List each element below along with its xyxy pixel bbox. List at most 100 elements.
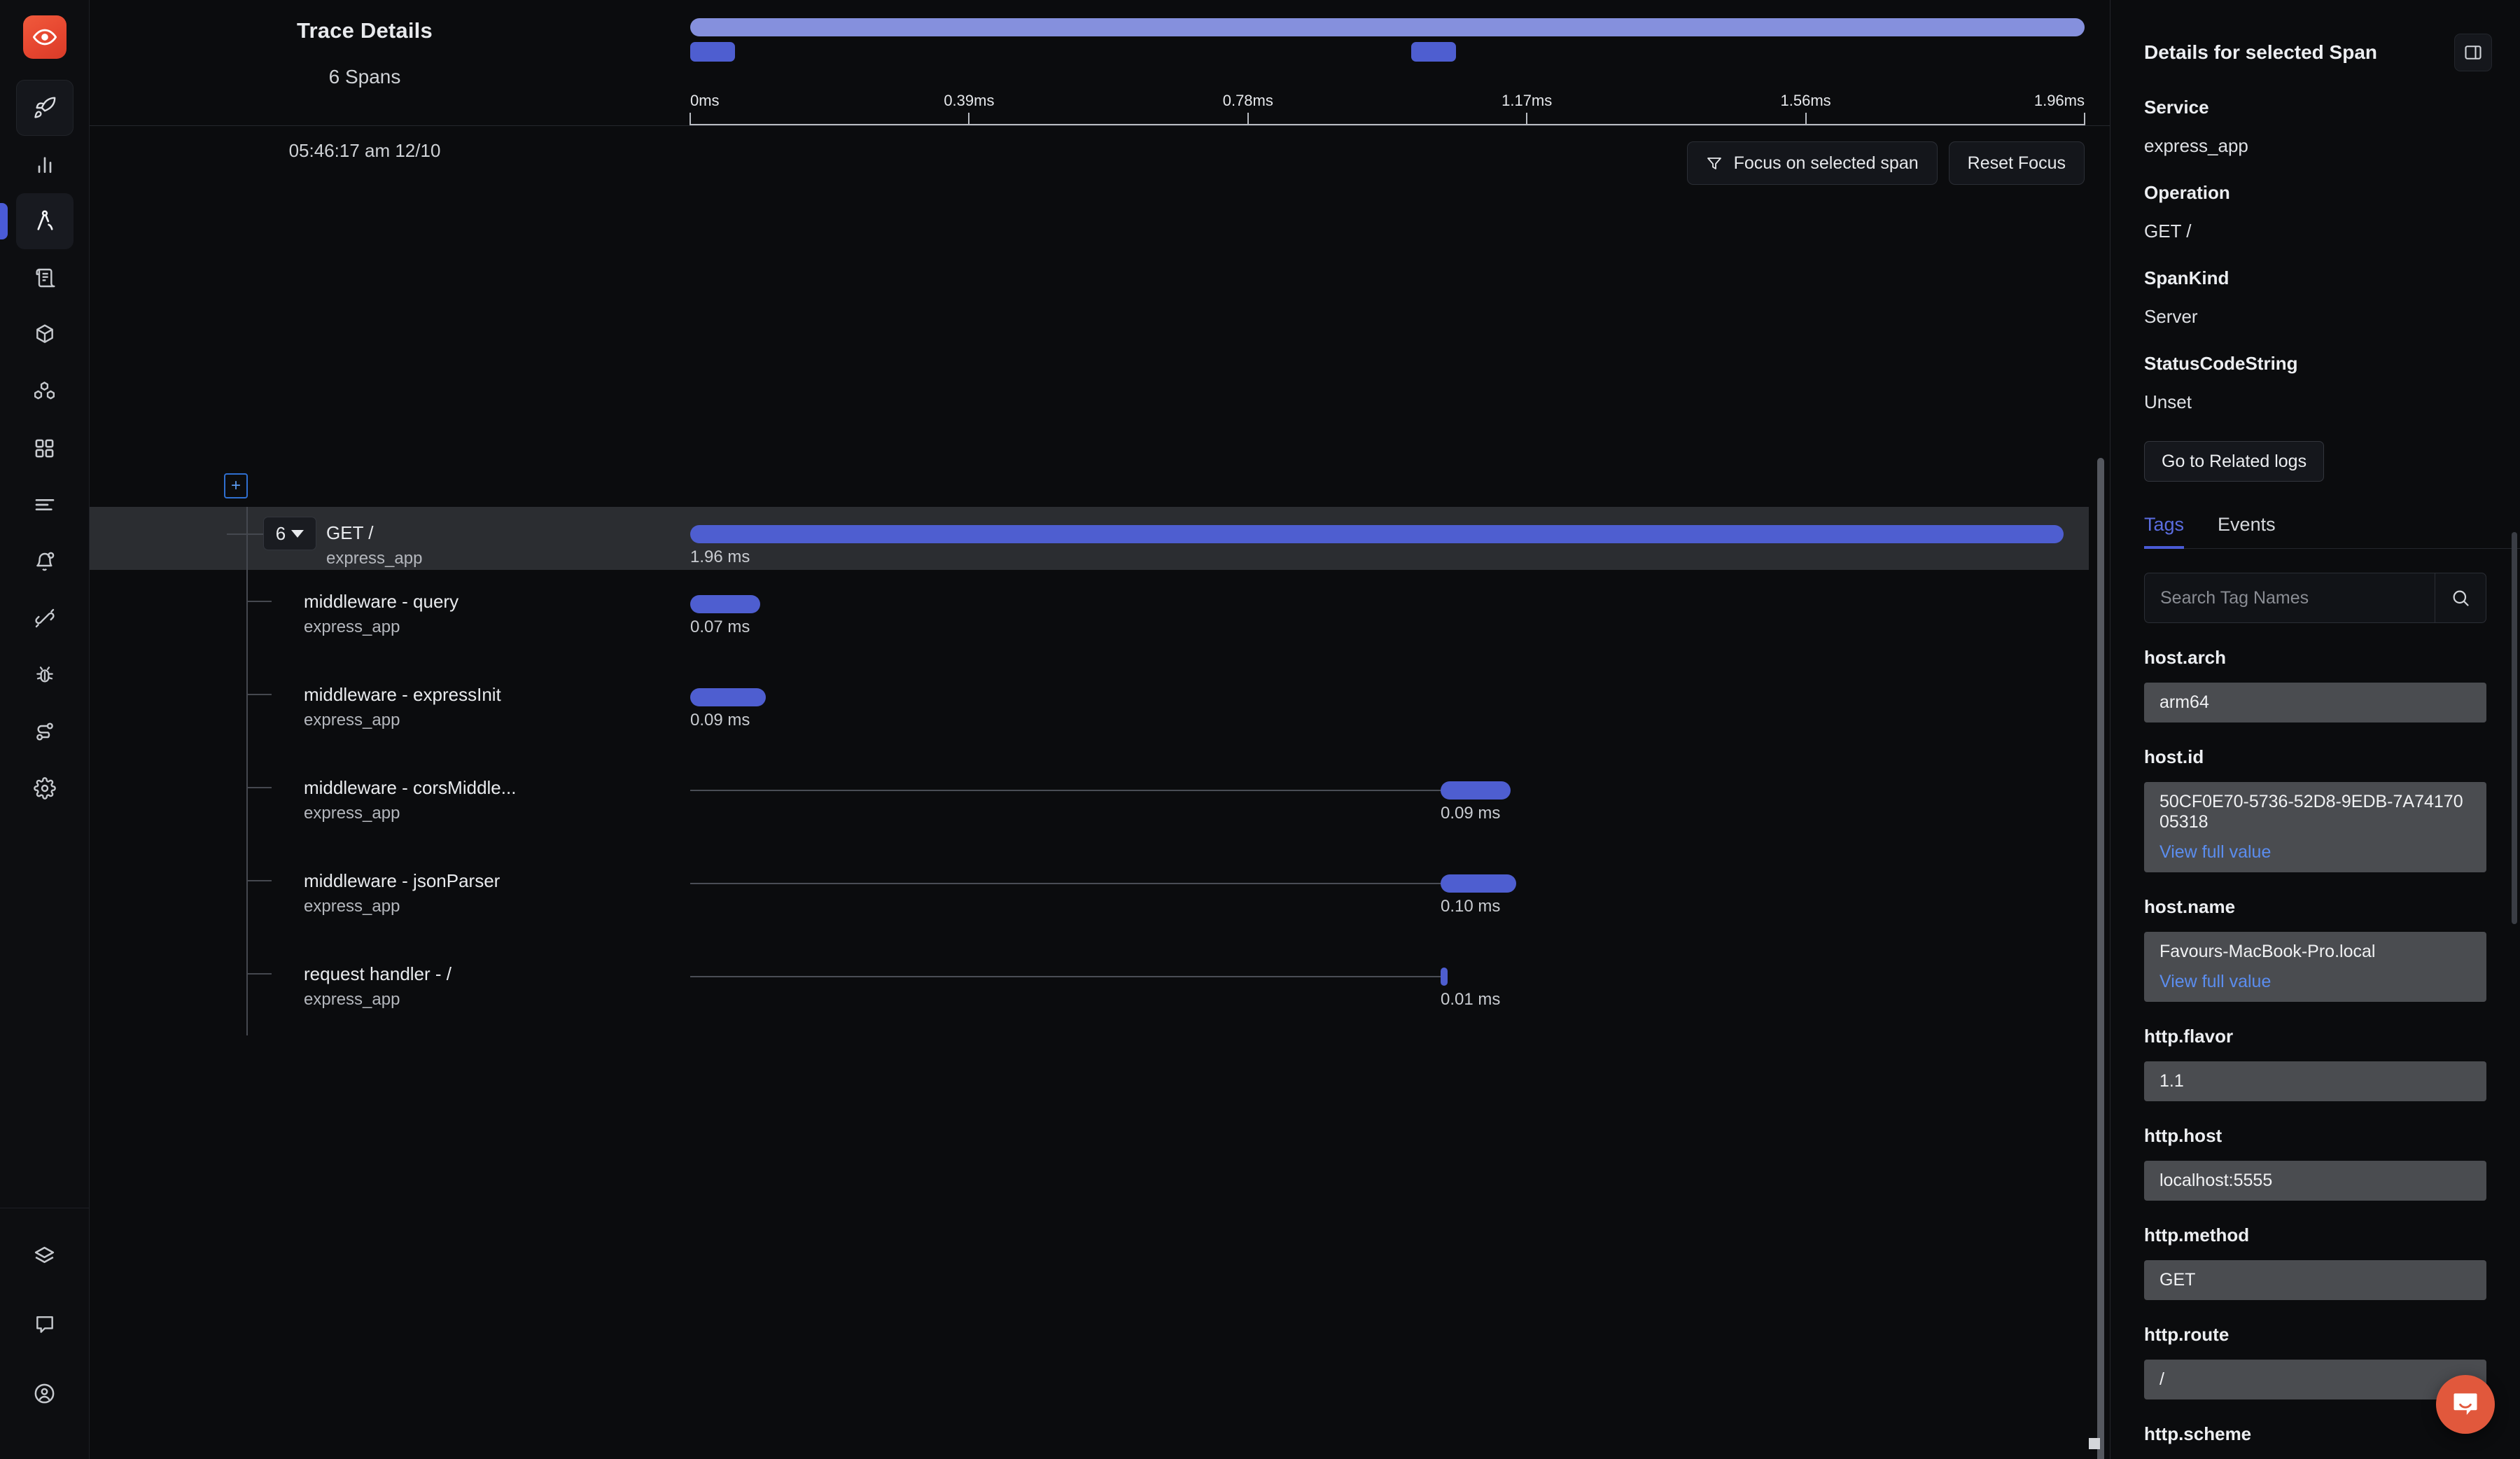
tree-elbow xyxy=(248,973,272,975)
span-duration: 1.96 ms xyxy=(690,547,750,566)
page-title: Trace Details xyxy=(297,18,433,43)
layers-icon xyxy=(33,1245,56,1268)
table-row[interactable]: middleware - expressInit express_app 0.0… xyxy=(90,663,2089,756)
table-row[interactable]: middleware - corsMiddle... express_app 0… xyxy=(90,756,2089,849)
sidebar-item-account[interactable] xyxy=(16,1365,74,1421)
sidebar-item-support[interactable] xyxy=(16,1297,74,1353)
span-duration: 0.09 ms xyxy=(1441,804,1501,823)
tag-value-box[interactable]: GET xyxy=(2144,1260,2486,1300)
search-icon xyxy=(2451,588,2470,608)
sidebar-item-traces[interactable] xyxy=(0,193,74,249)
eye-logo-icon[interactable] xyxy=(22,15,66,59)
plug-icon xyxy=(34,607,56,629)
scroll-icon xyxy=(34,267,56,289)
span-bar[interactable] xyxy=(1441,874,1516,893)
sidebar-item-settings[interactable] xyxy=(16,760,74,816)
focus-on-selected-span-button[interactable]: Focus on selected span xyxy=(1686,141,1938,185)
tag-value-box[interactable]: arm64 xyxy=(2144,683,2486,722)
chat-icon xyxy=(34,1313,56,1336)
span-bar[interactable] xyxy=(1441,968,1448,986)
reset-focus-button[interactable]: Reset Focus xyxy=(1948,141,2085,185)
sidebar-item-services[interactable] xyxy=(16,363,74,419)
trace-minimap[interactable] xyxy=(690,13,2085,97)
tag-value-box[interactable]: Favours-MacBook-Pro.local View full valu… xyxy=(2144,932,2486,1002)
sidebar-item-pipelines[interactable] xyxy=(16,704,74,760)
rocket-icon xyxy=(33,96,57,120)
sidebar-item-alerts[interactable] xyxy=(16,533,74,589)
sidebar-item-workspace[interactable] xyxy=(16,1228,74,1284)
table-row[interactable]: request handler - / express_app 0.01 ms xyxy=(90,942,2089,1035)
tag-value: arm64 xyxy=(2160,692,2209,712)
details-scrollbar[interactable] xyxy=(2512,532,2517,924)
boxes-icon xyxy=(33,380,56,403)
tag-value-box[interactable]: 1.1 xyxy=(2144,1061,2486,1101)
tag-value: Favours-MacBook-Pro.local xyxy=(2160,942,2376,961)
search-input[interactable] xyxy=(2144,573,2435,623)
list-icon xyxy=(34,494,56,516)
sidebar-item-get-started[interactable] xyxy=(15,80,74,136)
search-button[interactable] xyxy=(2435,573,2486,623)
table-row[interactable]: middleware - query express_app 0.07 ms xyxy=(90,570,2089,663)
tag-value-box[interactable]: / xyxy=(2144,1360,2486,1399)
sidebar-item-integrations[interactable] xyxy=(16,590,74,646)
sidebar-item-metrics[interactable] xyxy=(16,137,74,193)
waterfall: + 6 GET / express_app 1.96 ms middleware… xyxy=(90,200,2110,1459)
view-full-value-link[interactable]: View full value xyxy=(2160,842,2471,863)
app-root: Trace Details 6 Spans 05:46:17 am 12/10 … xyxy=(0,0,2520,1459)
tag-key: http.route xyxy=(2144,1324,2230,1345)
sidebar-item-infrastructure[interactable] xyxy=(16,307,74,363)
table-row[interactable]: 6 GET / express_app 1.96 ms xyxy=(90,507,2089,570)
span-duration: 0.07 ms xyxy=(690,617,750,636)
tab-events[interactable]: Events xyxy=(2218,514,2276,548)
tag-list: host.arch arm64 host.id 50CF0E70-5736-52… xyxy=(2110,647,2520,1459)
sidebar-item-dashboards[interactable] xyxy=(16,420,74,476)
tag-value-box[interactable]: 50CF0E70-5736-52D8-9EDB-7A7417005318 Vie… xyxy=(2144,782,2486,872)
span-service: express_app xyxy=(326,549,423,568)
tab-tags[interactable]: Tags xyxy=(2144,514,2185,549)
span-service: express_app xyxy=(304,897,400,916)
span-bar[interactable] xyxy=(690,688,766,706)
panel-collapse-icon xyxy=(2463,43,2483,62)
sidebar-item-saved-views[interactable] xyxy=(16,477,74,533)
span-bar[interactable] xyxy=(1441,781,1511,800)
view-full-value-link[interactable]: View full value xyxy=(2160,972,2471,992)
support-chat-button[interactable] xyxy=(2436,1375,2495,1434)
trace-start-time: 05:46:17 am 12/10 xyxy=(288,140,441,161)
span-name: middleware - jsonParser xyxy=(304,870,500,891)
tag-key: host.arch xyxy=(2144,647,2227,668)
panel-collapse-button[interactable] xyxy=(2454,34,2492,71)
sidebar-nav-top xyxy=(0,80,89,817)
expand-all-button[interactable]: + xyxy=(224,473,248,498)
span-duration: 0.01 ms xyxy=(1441,990,1501,1009)
trace-header: Trace Details 6 Spans 05:46:17 am 12/10 … xyxy=(90,0,2110,161)
grid-icon xyxy=(34,438,55,459)
go-to-related-logs-button[interactable]: Go to Related logs xyxy=(2144,441,2325,482)
tag-value: / xyxy=(2160,1369,2164,1389)
tag-search xyxy=(2144,573,2486,623)
tag-value-box[interactable]: localhost:5555 xyxy=(2144,1161,2486,1201)
scrollbar-thumb[interactable] xyxy=(2097,458,2104,1459)
user-circle-icon xyxy=(33,1382,56,1405)
child-count-toggle[interactable]: 6 xyxy=(263,517,316,550)
scroll-corner xyxy=(2089,1438,2100,1449)
minimap-chip xyxy=(1410,42,1456,62)
span-service: express_app xyxy=(304,617,400,636)
span-bar[interactable] xyxy=(690,525,2064,543)
tree-elbow xyxy=(248,601,272,602)
cube-icon xyxy=(34,323,56,346)
focus-button-label: Focus on selected span xyxy=(1733,153,1919,173)
span-name: request handler - / xyxy=(304,963,452,984)
tag-key: http.host xyxy=(2144,1125,2222,1146)
chevron-down-icon xyxy=(291,529,304,538)
vertical-scrollbar[interactable] xyxy=(2097,458,2104,1459)
details-header: Details for selected Span xyxy=(2110,0,2520,71)
workflow-icon xyxy=(34,720,56,743)
tree-rail xyxy=(246,507,248,570)
bell-icon xyxy=(34,550,56,573)
sidebar-item-logs[interactable] xyxy=(16,250,74,306)
tree-rail xyxy=(246,942,248,1035)
field-value: express_app xyxy=(2144,135,2248,156)
table-row[interactable]: middleware - jsonParser express_app 0.10… xyxy=(90,849,2089,942)
sidebar-item-exceptions[interactable] xyxy=(16,647,74,703)
span-bar[interactable] xyxy=(690,595,760,613)
